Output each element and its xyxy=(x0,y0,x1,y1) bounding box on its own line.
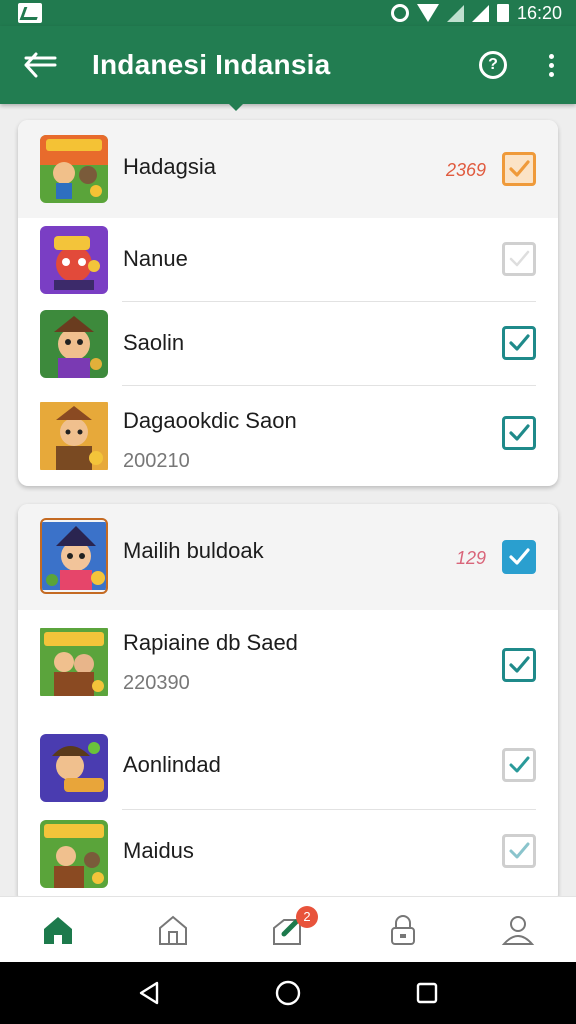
list-item[interactable]: Maidus xyxy=(18,810,558,896)
item-count: 2369 xyxy=(445,160,486,180)
page-title: Indanesi Indansia xyxy=(92,49,331,80)
list-card-1: Hadagsia 2369 Nanue Saolin Dagaookdic Sa… xyxy=(18,120,558,486)
item-checkbox[interactable] xyxy=(502,242,536,276)
gallery-icon xyxy=(18,3,42,23)
nav-store[interactable] xyxy=(143,900,203,960)
item-title: Aonlindad xyxy=(123,752,221,777)
help-icon[interactable]: ? xyxy=(479,51,507,79)
app-bar: Indanesi Indansia ? xyxy=(0,26,576,111)
item-checkbox[interactable] xyxy=(502,748,536,782)
game-thumbnail xyxy=(40,734,108,802)
item-checkbox[interactable] xyxy=(502,648,536,682)
game-thumbnail xyxy=(40,820,108,888)
lock-icon xyxy=(391,914,416,945)
list-item[interactable]: Rapiaine db Saed 220390 xyxy=(18,610,558,720)
nav-tags[interactable]: 2 xyxy=(258,900,318,960)
content-list[interactable]: Hadagsia 2369 Nanue Saolin Dagaookdic Sa… xyxy=(0,104,576,896)
battery-icon xyxy=(496,4,509,22)
item-checkbox[interactable] xyxy=(502,152,536,186)
list-item[interactable]: Aonlindad xyxy=(18,720,558,810)
nav-lock[interactable] xyxy=(373,900,433,960)
home-circle-icon[interactable] xyxy=(268,973,308,1013)
item-subtitle: 220390 xyxy=(123,672,190,694)
item-title: Nanue xyxy=(123,246,188,271)
item-checkbox[interactable] xyxy=(502,834,536,868)
back-triangle-icon[interactable] xyxy=(129,973,169,1013)
profile-icon xyxy=(502,915,535,945)
more-vert-icon[interactable] xyxy=(543,53,560,77)
status-bar: 16:20 xyxy=(0,0,576,26)
signal-icon xyxy=(471,4,489,22)
game-thumbnail xyxy=(40,226,108,294)
item-title: Dagaookdic Saon xyxy=(123,408,297,433)
item-count: 129 xyxy=(455,548,486,568)
list-card-2: Mailih buldoak 129 Rapiaine db Saed 2203… xyxy=(18,504,558,896)
recents-square-icon[interactable] xyxy=(407,973,447,1013)
system-navigation xyxy=(0,962,576,1024)
list-item[interactable]: Saolin xyxy=(18,302,558,386)
signal-icon xyxy=(446,4,464,22)
item-checkbox[interactable] xyxy=(502,416,536,450)
item-title: Hadagsia xyxy=(123,154,216,179)
game-thumbnail xyxy=(40,398,108,474)
item-checkbox[interactable] xyxy=(502,326,536,360)
list-item[interactable]: Hadagsia 2369 xyxy=(18,120,558,218)
nav-profile[interactable] xyxy=(488,900,548,960)
item-title: Maidus xyxy=(123,838,194,863)
list-item[interactable]: Nanue xyxy=(18,218,558,302)
nav-home[interactable] xyxy=(28,900,88,960)
back-arrow-icon[interactable] xyxy=(22,47,58,83)
game-thumbnail xyxy=(40,135,108,203)
store-icon xyxy=(158,915,187,945)
status-time: 16:20 xyxy=(516,2,562,23)
item-title: Rapiaine db Saed xyxy=(123,630,298,655)
game-thumbnail xyxy=(40,518,108,594)
item-checkbox[interactable] xyxy=(502,540,536,574)
item-title: Mailih buldoak xyxy=(123,538,264,563)
item-title: Saolin xyxy=(123,330,185,355)
item-subtitle: 200210 xyxy=(123,450,190,472)
status-icons: 16:20 xyxy=(390,2,562,24)
list-item[interactable]: Mailih buldoak 129 xyxy=(18,504,558,610)
alarm-icon xyxy=(390,4,409,22)
bottom-navigation: 2 xyxy=(0,896,576,962)
notification-badge: 2 xyxy=(295,905,318,928)
game-thumbnail xyxy=(40,310,108,378)
home-icon xyxy=(43,916,72,944)
list-item[interactable]: Dagaookdic Saon 200210 xyxy=(18,386,558,486)
game-thumbnail xyxy=(40,624,108,700)
wifi-icon xyxy=(416,4,439,22)
